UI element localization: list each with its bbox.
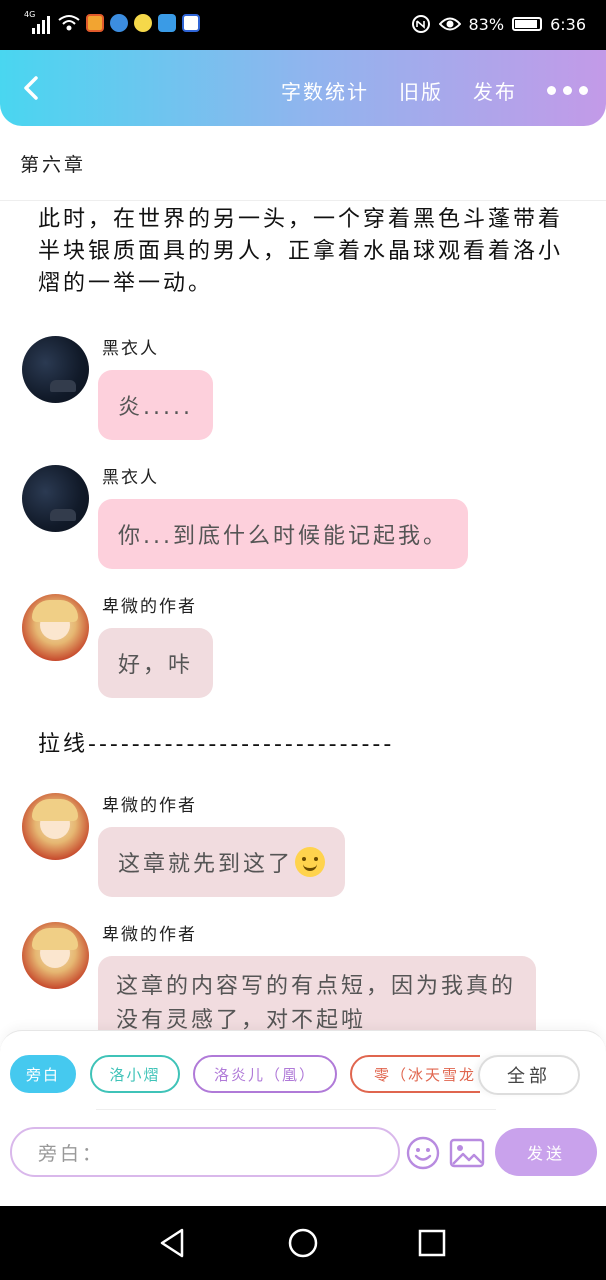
- send-button[interactable]: 发送: [495, 1128, 597, 1176]
- emoji-icon[interactable]: [405, 1135, 441, 1171]
- more-options-icon[interactable]: [547, 86, 588, 95]
- divider: [96, 1109, 496, 1110]
- avatar: [22, 465, 89, 532]
- all-roles-button[interactable]: 全部: [478, 1055, 580, 1095]
- cellular-signal-icon: 4G: [24, 10, 52, 34]
- publish-button[interactable]: 发布: [473, 76, 517, 105]
- recent-apps-icon[interactable]: [415, 1226, 449, 1260]
- home-icon[interactable]: [286, 1226, 320, 1260]
- speaker-name: 黑衣人: [102, 339, 159, 359]
- system-navigation-bar: [0, 1206, 606, 1280]
- eye-comfort-icon: [438, 17, 461, 31]
- battery-percent: 83%: [468, 14, 505, 34]
- cloud-app-icon: [158, 14, 176, 32]
- message-bubble[interactable]: 你...到底什么时候能记起我。: [98, 499, 468, 569]
- pull-line-text[interactable]: 拉线----------------------------: [38, 726, 394, 758]
- baidu-app-icon: [182, 14, 200, 32]
- message-text: 这章就先到这了: [118, 852, 294, 877]
- role-chip-luo-xiaoyi[interactable]: 洛小熠: [90, 1055, 180, 1093]
- old-version-button[interactable]: 旧版: [399, 76, 443, 105]
- wifi-icon: [58, 15, 80, 31]
- narration-text[interactable]: 此时，在世界的另一头，一个穿着黑色斗蓬带着半块银质面具的男人，正拿着水晶球观看着…: [38, 204, 578, 300]
- role-chip-luo-yaner[interactable]: 洛炎儿（凰）: [193, 1055, 337, 1093]
- browser-app-icon: [110, 14, 128, 32]
- role-selector: 旁白 洛小熠 洛炎儿（凰） 零（冰天雪龙: [10, 1055, 480, 1095]
- chapter-editor: 字数统计 旧版 发布 第六章 此时，在世界的另一头，一个穿着黑色斗蓬带着半块银质…: [0, 50, 606, 1206]
- image-icon[interactable]: [449, 1135, 485, 1171]
- avatar: [22, 594, 89, 661]
- nfc-icon: [411, 15, 430, 33]
- role-chip-ling[interactable]: 零（冰天雪龙: [350, 1055, 480, 1093]
- avatar: [22, 922, 89, 989]
- speaker-name: 卑微的作者: [102, 597, 197, 617]
- speaker-name: 卑微的作者: [102, 796, 197, 816]
- status-bar: 4G 83% 6:36: [0, 0, 606, 50]
- chat-app-icon: [134, 14, 152, 32]
- speaker-name: 卑微的作者: [102, 925, 197, 945]
- back-arrow-icon[interactable]: [18, 74, 46, 102]
- avatar: [22, 793, 89, 860]
- speaker-name: 黑衣人: [102, 468, 159, 488]
- notes-app-icon: [86, 14, 104, 32]
- message-bubble[interactable]: 炎.....: [98, 370, 213, 440]
- message-bubble[interactable]: 好，咔: [98, 628, 214, 698]
- role-chip-narration[interactable]: 旁白: [10, 1055, 76, 1093]
- battery-icon: [512, 17, 543, 31]
- message-bubble[interactable]: 这章就先到这了: [98, 827, 346, 897]
- back-icon[interactable]: [156, 1226, 190, 1260]
- divider: [0, 200, 606, 201]
- compose-panel: 旁白 洛小熠 洛炎儿（凰） 零（冰天雪龙 全部 旁白： 发送: [0, 1030, 606, 1206]
- clock: 6:36: [550, 14, 586, 34]
- smiling-face-emoji-icon: [295, 847, 326, 877]
- message-input[interactable]: 旁白：: [10, 1127, 400, 1177]
- chapter-title[interactable]: 第六章: [20, 150, 86, 177]
- avatar: [22, 336, 89, 403]
- word-count-button[interactable]: 字数统计: [281, 76, 369, 105]
- top-bar: 字数统计 旧版 发布: [0, 50, 606, 126]
